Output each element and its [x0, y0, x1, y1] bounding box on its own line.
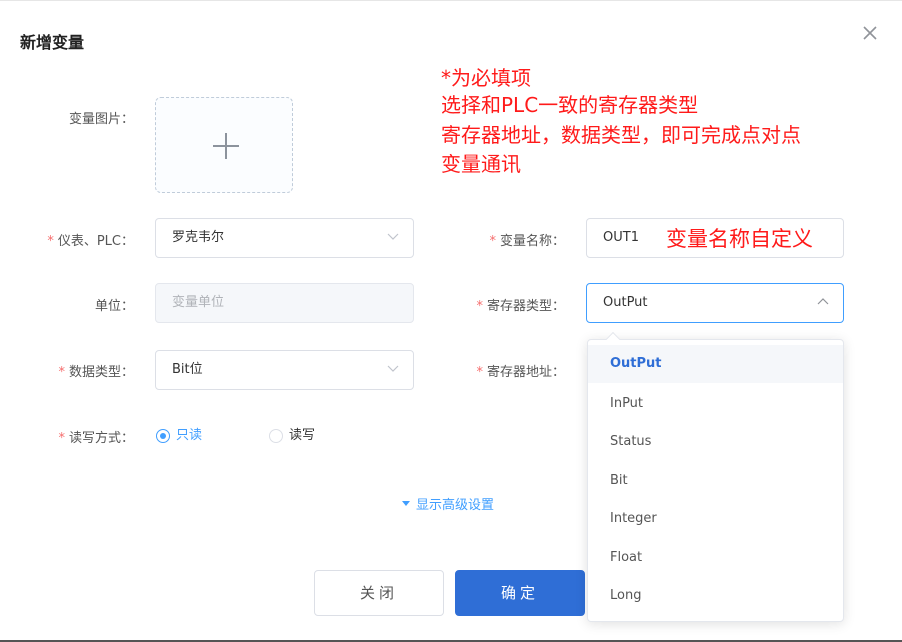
unit-label: 单位： — [94, 299, 134, 314]
show-advanced-toggle[interactable]: 显示高级设置 — [402, 494, 494, 513]
register-type-value: OutPut — [603, 295, 648, 310]
register-type-label: * 寄存器类型： — [476, 299, 565, 314]
unit-input[interactable]: 变量单位 — [155, 283, 414, 323]
image-label: 变量图片： — [68, 112, 134, 127]
dropdown-option[interactable]: Long — [588, 577, 843, 615]
close-icon[interactable] — [860, 23, 880, 43]
var-name-label: * 变量名称： — [489, 234, 565, 249]
caret-down-icon — [402, 501, 410, 506]
radio-read-write[interactable]: 读写 — [269, 427, 315, 445]
meter-label: * 仪表、PLC： — [47, 234, 134, 249]
dropdown-option[interactable]: OutPut — [588, 345, 843, 383]
rw-label: * 读写方式： — [58, 431, 134, 446]
chevron-up-icon — [817, 298, 829, 305]
register-addr-label: * 寄存器地址： — [476, 365, 565, 380]
annotation-line-3: 寄存器地址，数据类型，即可完成点对点 — [441, 123, 801, 147]
meter-select[interactable]: 罗克韦尔 — [155, 218, 414, 258]
meter-select-value: 罗克韦尔 — [172, 230, 225, 245]
annotation-name-note: 变量名称自定义 — [666, 227, 813, 251]
annotation-line-2: 选择和PLC一致的寄存器类型 — [441, 93, 699, 117]
close-button[interactable]: 关闭 — [314, 570, 444, 616]
dropdown-option[interactable]: InPut — [588, 385, 843, 423]
chevron-down-icon — [387, 365, 399, 372]
radio-unchecked-icon — [269, 429, 283, 443]
dropdown-option[interactable]: Integer — [588, 500, 843, 538]
chevron-down-icon — [387, 233, 399, 240]
image-upload[interactable] — [155, 97, 293, 193]
register-type-dropdown: OutPut InPut Status Bit Integer Float Lo… — [587, 331, 844, 622]
confirm-button[interactable]: 确定 — [455, 570, 585, 616]
annotation-line-1: *为必填项 — [441, 66, 531, 90]
annotation-line-4: 变量通讯 — [441, 152, 521, 176]
data-type-label: * 数据类型： — [58, 365, 134, 380]
radio-read-only[interactable]: 只读 — [156, 427, 202, 445]
dialog-title: 新增变量 — [20, 33, 85, 52]
data-type-select[interactable]: Bit位 — [155, 350, 414, 390]
dropdown-option[interactable]: Bit — [588, 462, 843, 500]
dropdown-option[interactable]: Float — [588, 539, 843, 577]
unit-placeholder: 变量单位 — [172, 295, 225, 310]
var-name-value: OUT1 — [603, 230, 639, 245]
data-type-value: Bit位 — [172, 362, 203, 377]
add-variable-dialog: 新增变量 *为必填项 选择和PLC一致的寄存器类型 寄存器地址，数据类型，即可完… — [0, 0, 902, 642]
dropdown-option[interactable]: Status — [588, 423, 843, 461]
register-type-select[interactable]: OutPut — [586, 283, 844, 323]
radio-checked-icon — [156, 429, 170, 443]
